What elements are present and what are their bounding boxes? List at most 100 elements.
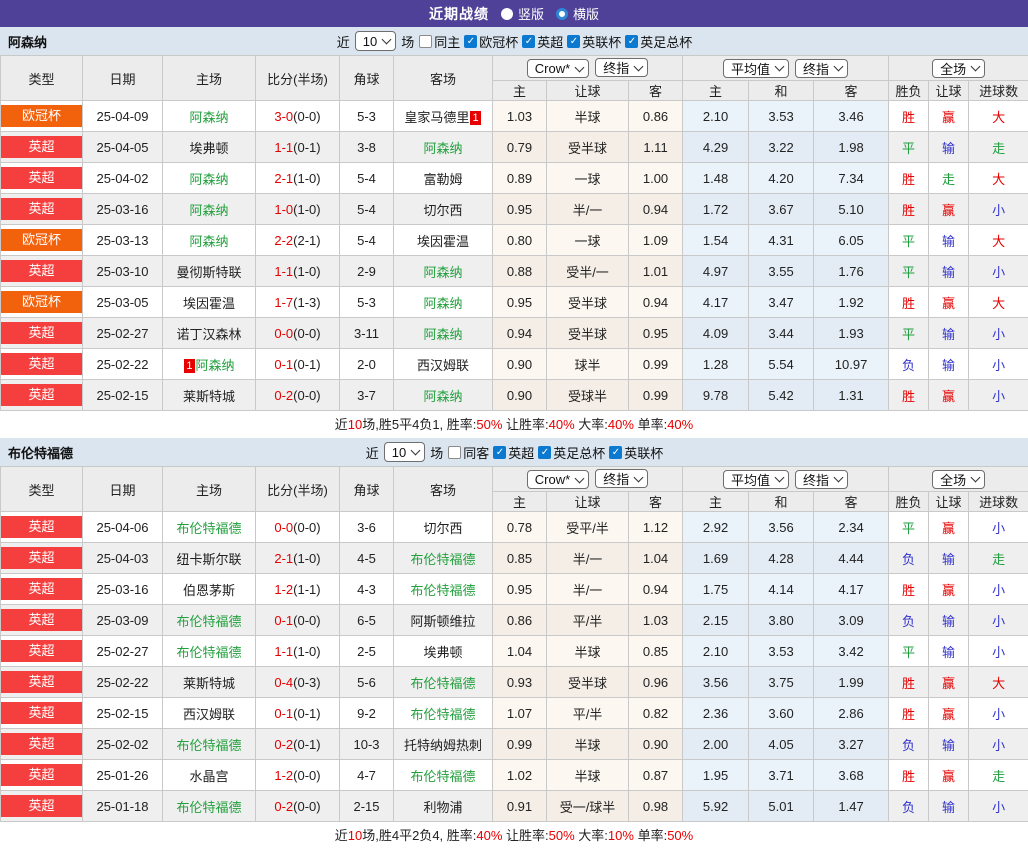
- avg-draw-odds: 3.56: [749, 512, 814, 543]
- odds-source-select[interactable]: Crow*: [527, 59, 589, 78]
- corner-cell: 5-3: [340, 287, 394, 318]
- home-team-cell: 伯恩茅斯: [163, 574, 256, 605]
- handicap-away-odds: 0.99: [629, 380, 683, 411]
- handicap-line: 半球: [547, 636, 629, 667]
- match-count-select[interactable]: 10: [355, 31, 396, 51]
- date-cell: 25-02-22: [83, 349, 163, 380]
- team-label: 莱斯特城: [183, 676, 235, 691]
- date-cell: 25-02-27: [83, 636, 163, 667]
- radio-icon[interactable]: [556, 8, 568, 20]
- team-label: 埃因霍温: [183, 296, 235, 311]
- same-venue-filter[interactable]: 同主: [419, 32, 460, 51]
- handicap-line: 平/半: [547, 605, 629, 636]
- league-filter[interactable]: 英足总杯: [625, 32, 692, 51]
- handicap-away-odds: 0.94: [629, 287, 683, 318]
- league-filter[interactable]: 英超: [522, 32, 563, 51]
- odds-time-select[interactable]: 终指: [595, 58, 648, 77]
- league-filter[interactable]: 欧冠杯: [464, 32, 518, 51]
- away-team-cell: 埃因霍温: [394, 225, 493, 256]
- league-filter[interactable]: 英联杯: [609, 443, 663, 462]
- same-venue-filter[interactable]: 同客: [448, 443, 489, 462]
- league-checkbox[interactable]: [538, 446, 551, 459]
- league-checkbox[interactable]: [625, 35, 638, 48]
- header-row-groups: 类型日期主场比分(半场)角球客场Crow*终指平均值终指全场: [1, 467, 1028, 492]
- col-score: 比分(半场): [256, 467, 340, 512]
- away-team-cell: 西汉姆联: [394, 349, 493, 380]
- home-team-cell: 阿森纳: [163, 194, 256, 225]
- avg-time-select[interactable]: 终指: [795, 470, 848, 489]
- away-team-cell: 阿森纳: [394, 287, 493, 318]
- summary-line: 近10场,胜4平2负4, 胜率:40% 让胜率:50% 大率:10% 单率:50…: [0, 822, 1028, 849]
- result-goals: 走: [969, 760, 1028, 791]
- games-label: 场: [430, 443, 443, 462]
- team-label: 切尔西: [423, 521, 462, 536]
- radio-vertical-layout[interactable]: 竖版: [501, 4, 544, 23]
- result-goals: 小: [969, 380, 1028, 411]
- handicap-line: 受半球: [547, 287, 629, 318]
- result-goals: 小: [969, 349, 1028, 380]
- result-goals: 大: [969, 163, 1028, 194]
- corner-cell: 2-5: [340, 636, 394, 667]
- league-cell: 英超: [1, 574, 83, 605]
- team-label: 阿森纳: [423, 327, 462, 342]
- league-filter[interactable]: 英足总杯: [538, 443, 605, 462]
- scope-group-header: 全场: [889, 56, 1028, 81]
- away-team-cell: 布伦特福德: [394, 760, 493, 791]
- result-outcome: 平: [889, 225, 929, 256]
- league-filter[interactable]: 英超: [493, 443, 534, 462]
- same-venue-checkbox[interactable]: [419, 35, 432, 48]
- score-cell: 2-2(2-1): [256, 225, 340, 256]
- avg-draw-odds: 3.71: [749, 760, 814, 791]
- team-name: 阿森纳: [8, 32, 47, 51]
- result-outcome: 负: [889, 605, 929, 636]
- result-outcome: 胜: [889, 163, 929, 194]
- league-checkbox[interactable]: [493, 446, 506, 459]
- team-label: 曼彻斯特联: [176, 265, 241, 280]
- date-cell: 25-04-06: [83, 512, 163, 543]
- result-handicap: 输: [929, 256, 969, 287]
- full-score: 0-1: [274, 706, 293, 721]
- col-corner: 角球: [340, 56, 394, 101]
- result-handicap: 赢: [929, 698, 969, 729]
- home-team-cell: 水晶宫: [163, 760, 256, 791]
- half-score: (1-0): [293, 171, 320, 186]
- result-outcome: 平: [889, 256, 929, 287]
- avg-home-odds: 2.00: [683, 729, 749, 760]
- col-type: 类型: [1, 56, 83, 101]
- avg-source-select[interactable]: 平均值: [723, 470, 789, 489]
- result-handicap: 赢: [929, 287, 969, 318]
- avg-time-select[interactable]: 终指: [795, 59, 848, 78]
- odds-source-select[interactable]: Crow*: [527, 470, 589, 489]
- match-count-select[interactable]: 10: [384, 442, 425, 462]
- handicap-away-odds: 0.82: [629, 698, 683, 729]
- radio-horizontal-layout[interactable]: 横版: [556, 4, 599, 23]
- chevron-down-icon: [382, 35, 392, 45]
- handicap-home-odds: 0.89: [493, 163, 547, 194]
- filter-bar: 近10场同客英超英足总杯英联杯: [365, 442, 664, 462]
- handicap-home-odds: 1.03: [493, 101, 547, 132]
- corner-cell: 5-4: [340, 163, 394, 194]
- home-team-cell: 布伦特福德: [163, 729, 256, 760]
- scope-select[interactable]: 全场: [932, 470, 985, 489]
- home-team-cell: 阿森纳: [163, 225, 256, 256]
- col-away: 客场: [394, 56, 493, 101]
- league-checkbox[interactable]: [464, 35, 477, 48]
- result-outcome: 平: [889, 636, 929, 667]
- league-filter[interactable]: 英联杯: [567, 32, 621, 51]
- full-score: 0-2: [274, 388, 293, 403]
- same-venue-checkbox[interactable]: [448, 446, 461, 459]
- scope-select[interactable]: 全场: [932, 59, 985, 78]
- avg-source-select[interactable]: 平均值: [723, 59, 789, 78]
- avg-home-odds: 2.92: [683, 512, 749, 543]
- odds-time-select[interactable]: 终指: [595, 469, 648, 488]
- score-cell: 0-2(0-0): [256, 791, 340, 822]
- league-checkbox[interactable]: [522, 35, 535, 48]
- handicap-line: 受半/一: [547, 256, 629, 287]
- league-checkbox[interactable]: [567, 35, 580, 48]
- radio-icon[interactable]: [501, 8, 513, 20]
- full-score: 0-1: [274, 613, 293, 628]
- league-checkbox[interactable]: [609, 446, 622, 459]
- full-score: 0-4: [274, 675, 293, 690]
- handicap-away-odds: 0.90: [629, 729, 683, 760]
- league-cell: 英超: [1, 543, 83, 574]
